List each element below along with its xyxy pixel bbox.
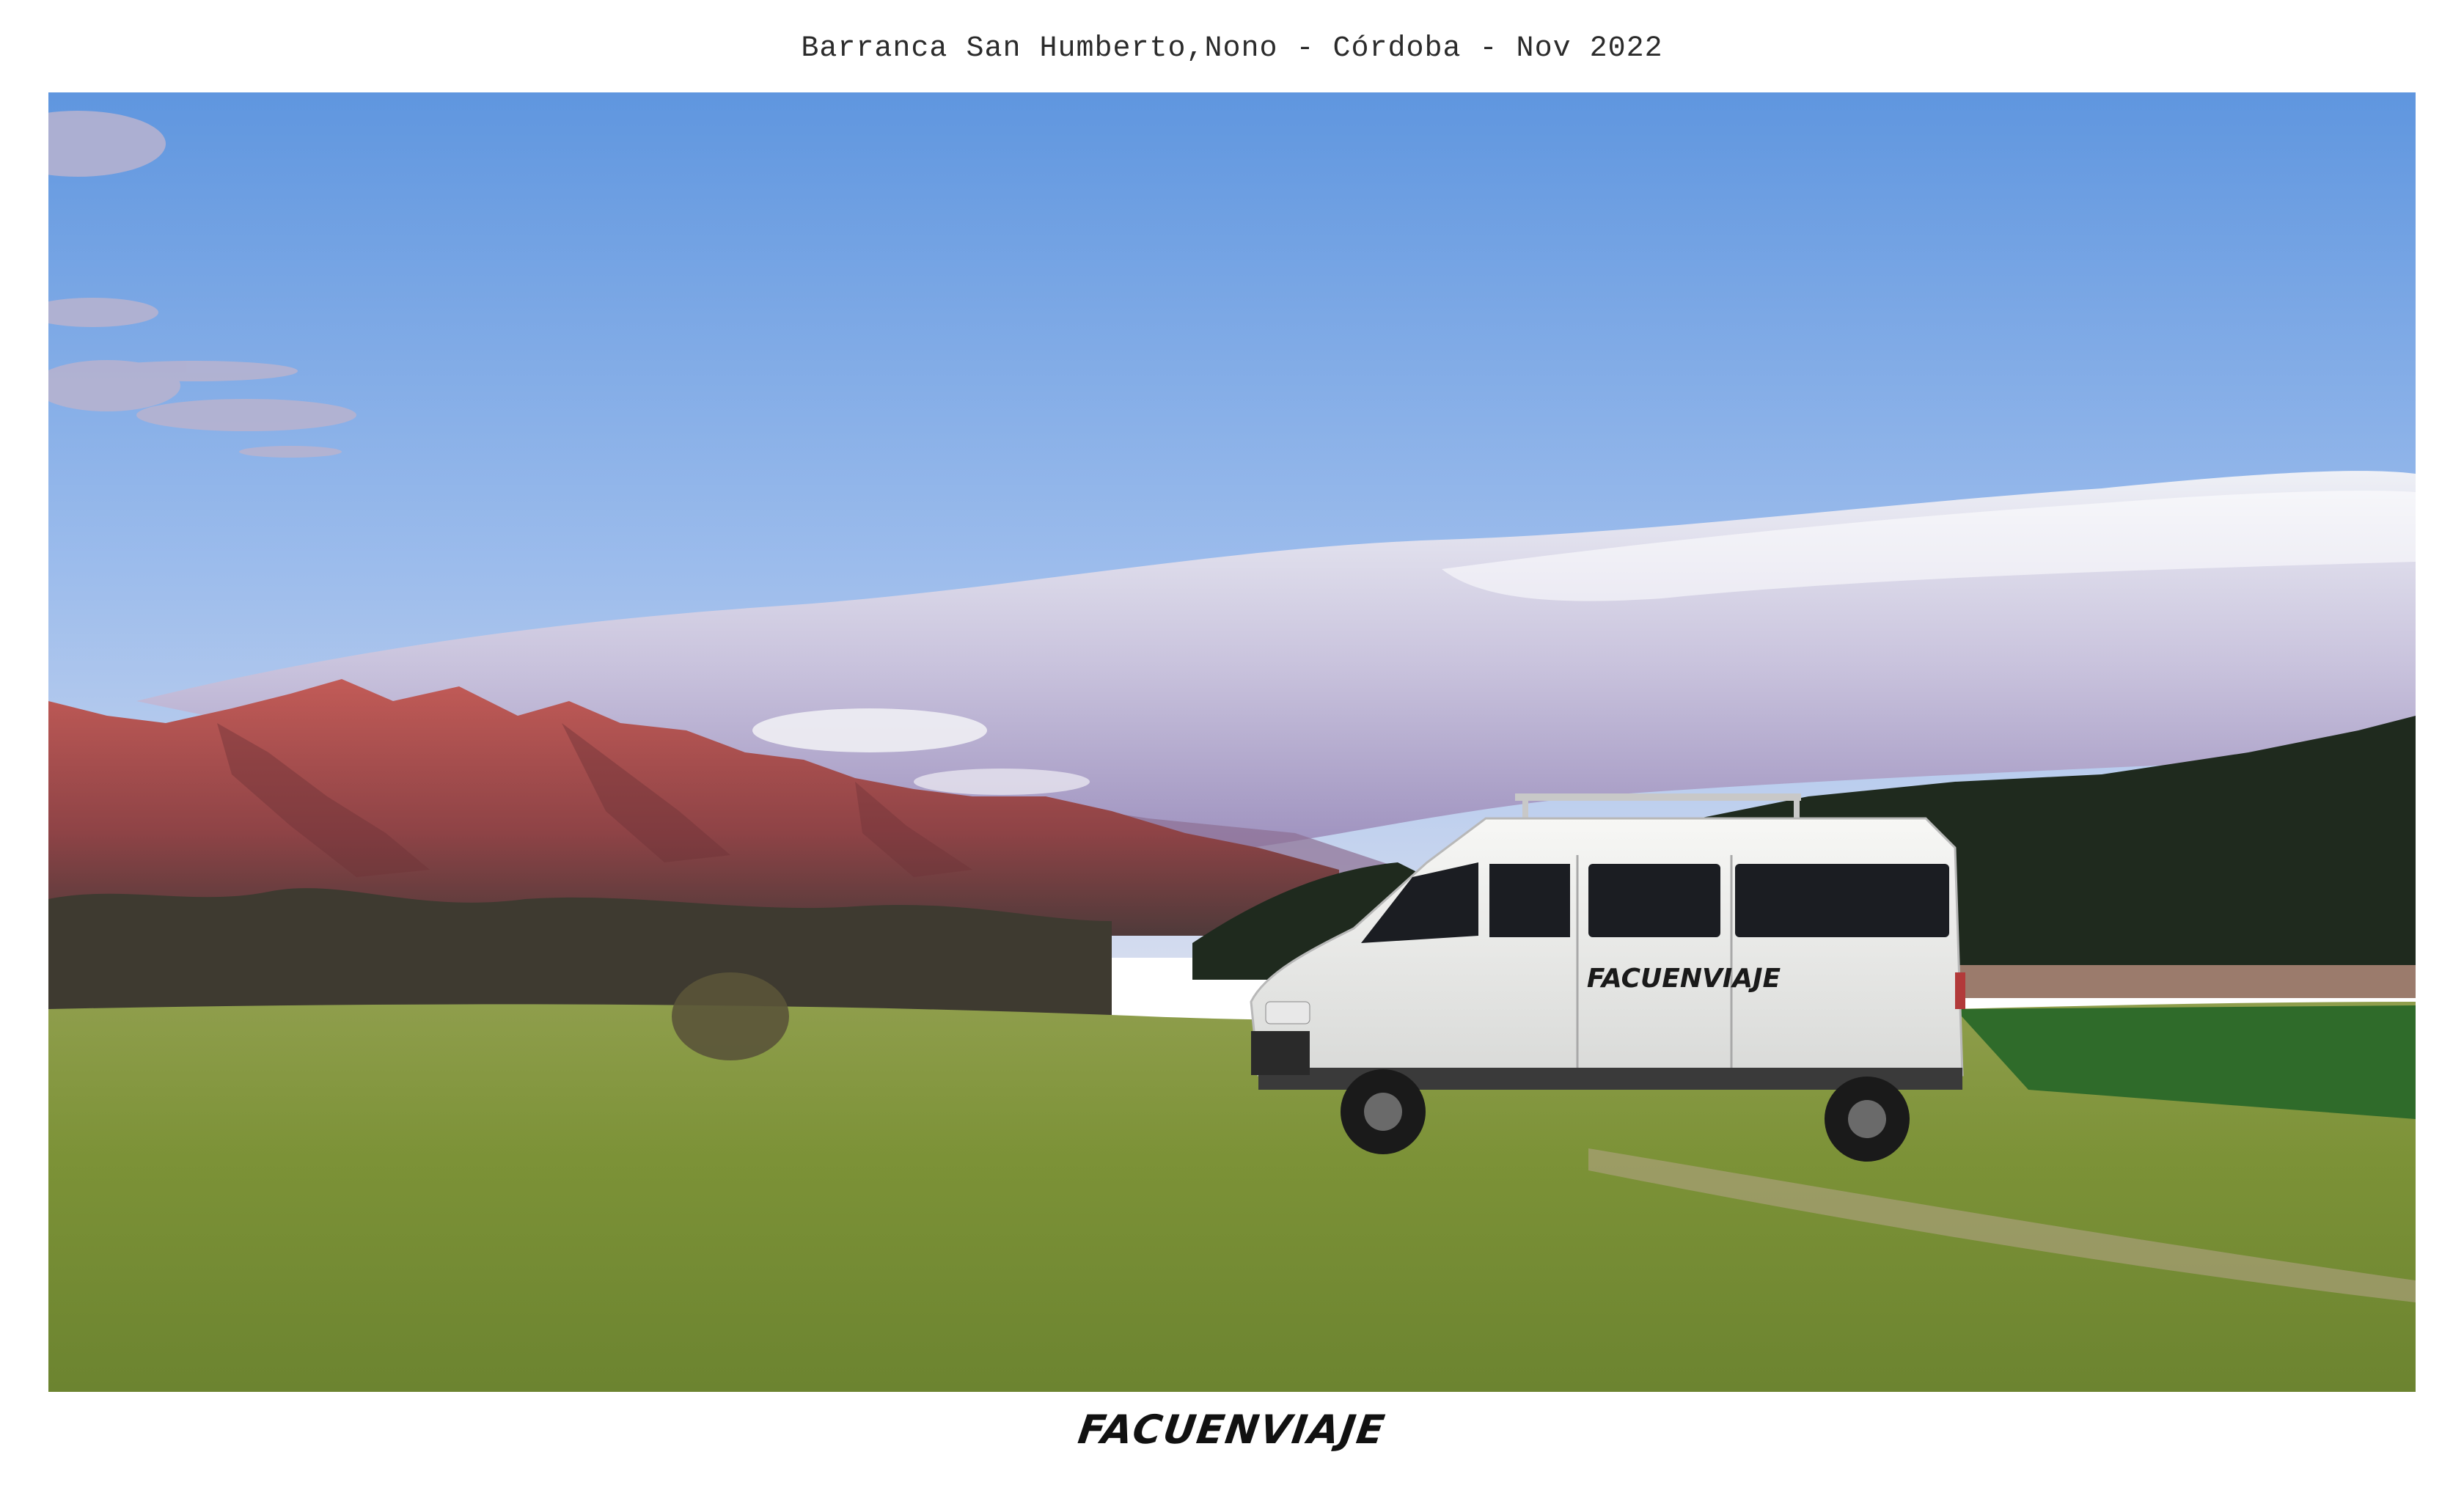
photo-caption: Barranca San Humberto,Nono - Córdoba - N…	[801, 32, 1663, 65]
landscape-photo: FACUENVIAJE	[48, 92, 2416, 1392]
brand-signature: FACUENVIAJE	[1075, 1407, 1389, 1453]
tree-line	[48, 888, 1112, 1016]
van-decal-text: FACUENVIAJE	[1587, 964, 1781, 994]
landscape-illustration: FACUENVIAJE	[48, 92, 2416, 1392]
